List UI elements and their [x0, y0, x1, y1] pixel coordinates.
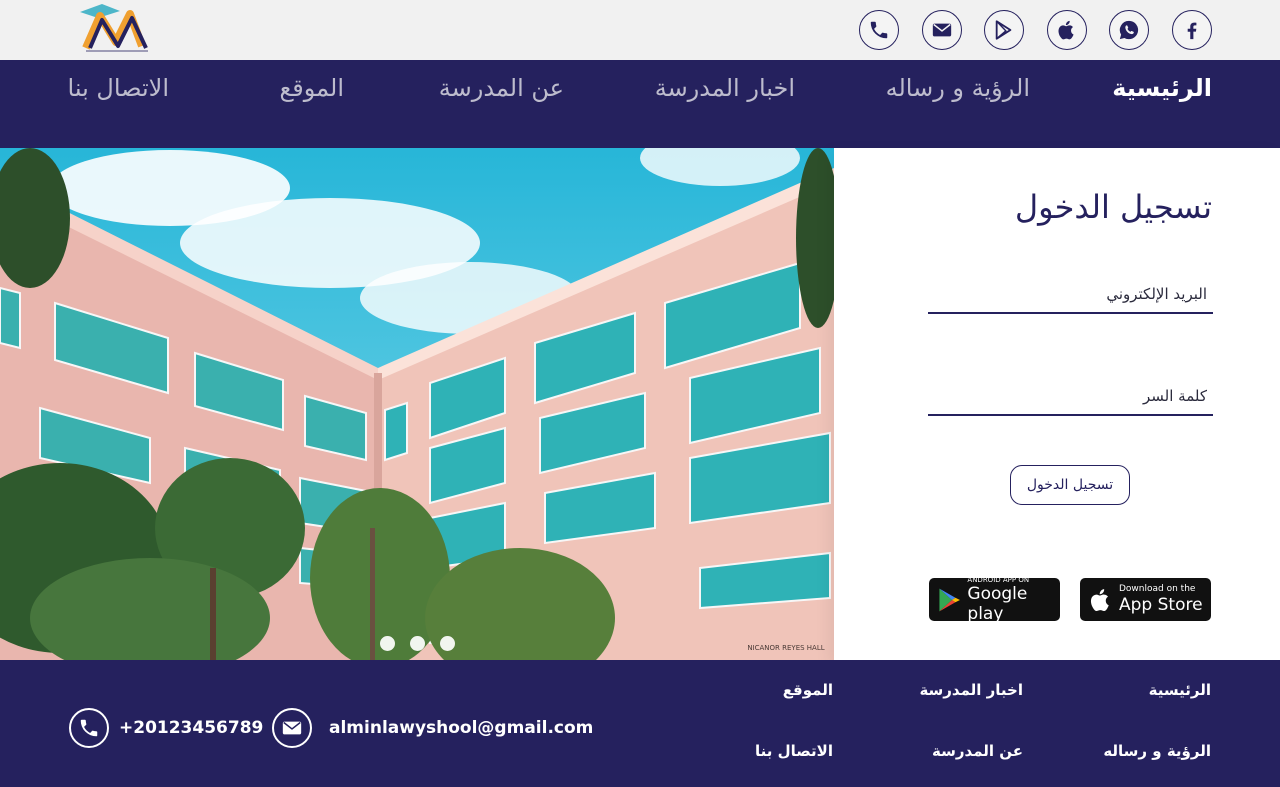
hero-slider-image: NICANOR REYES HALL — [0, 148, 834, 660]
footer-link-news[interactable]: اخبار المدرسة — [919, 681, 1023, 699]
top-bar — [0, 0, 1280, 60]
whatsapp-icon[interactable] — [1109, 10, 1149, 50]
building-sign: NICANOR REYES HALL — [747, 644, 824, 652]
phone-icon[interactable] — [859, 10, 899, 50]
google-play-small-text: ANDROID APP ON — [967, 575, 1030, 584]
google-play-large-text: Google play — [967, 583, 1028, 624]
slider-dot-3[interactable] — [440, 636, 455, 651]
nav-contact[interactable]: الاتصال بنا — [68, 74, 169, 102]
mail-icon[interactable] — [922, 10, 962, 50]
footer-link-contact[interactable]: الاتصال بنا — [755, 742, 833, 760]
footer-link-about[interactable]: عن المدرسة — [932, 742, 1023, 760]
footer-phone[interactable]: +20123456789 — [119, 718, 263, 738]
footer-link-vision[interactable]: الرؤية و رساله — [1103, 742, 1211, 760]
footer-link-home[interactable]: الرئيسية — [1149, 681, 1211, 699]
google-play-icon[interactable] — [984, 10, 1024, 50]
facebook-icon[interactable] — [1172, 10, 1212, 50]
apple-icon[interactable] — [1047, 10, 1087, 50]
nav-location[interactable]: الموقع — [280, 74, 345, 102]
app-store-badge[interactable]: Download on the App Store — [1080, 578, 1211, 621]
footer-mail-icon[interactable] — [272, 708, 312, 748]
google-play-logo-icon — [939, 588, 960, 611]
footer-link-location[interactable]: الموقع — [783, 681, 833, 699]
nav-home[interactable]: الرئيسية — [1112, 74, 1212, 102]
footer-email[interactable]: alminlawyshool@gmail.com — [329, 718, 593, 738]
apple-logo-icon — [1090, 588, 1109, 611]
slider-dot-1[interactable] — [380, 636, 395, 651]
school-logo[interactable] — [76, 2, 160, 56]
nav-news[interactable]: اخبار المدرسة — [655, 74, 795, 102]
email-field[interactable] — [928, 276, 1213, 314]
slider-dot-2[interactable] — [410, 636, 425, 651]
app-store-large-text: App Store — [1119, 595, 1203, 615]
password-field[interactable] — [928, 378, 1213, 416]
footer-phone-icon[interactable] — [69, 708, 109, 748]
google-play-badge[interactable]: ANDROID APP ON Google play — [929, 575, 1060, 624]
nav-vision[interactable]: الرؤية و رساله — [886, 74, 1030, 102]
login-button[interactable]: تسجيل الدخول — [1010, 465, 1130, 505]
nav-about[interactable]: عن المدرسة — [439, 74, 564, 102]
login-title: تسجيل الدخول — [1014, 188, 1212, 226]
app-store-small-text: Download on the — [1119, 584, 1196, 594]
main-nav — [0, 60, 1280, 148]
